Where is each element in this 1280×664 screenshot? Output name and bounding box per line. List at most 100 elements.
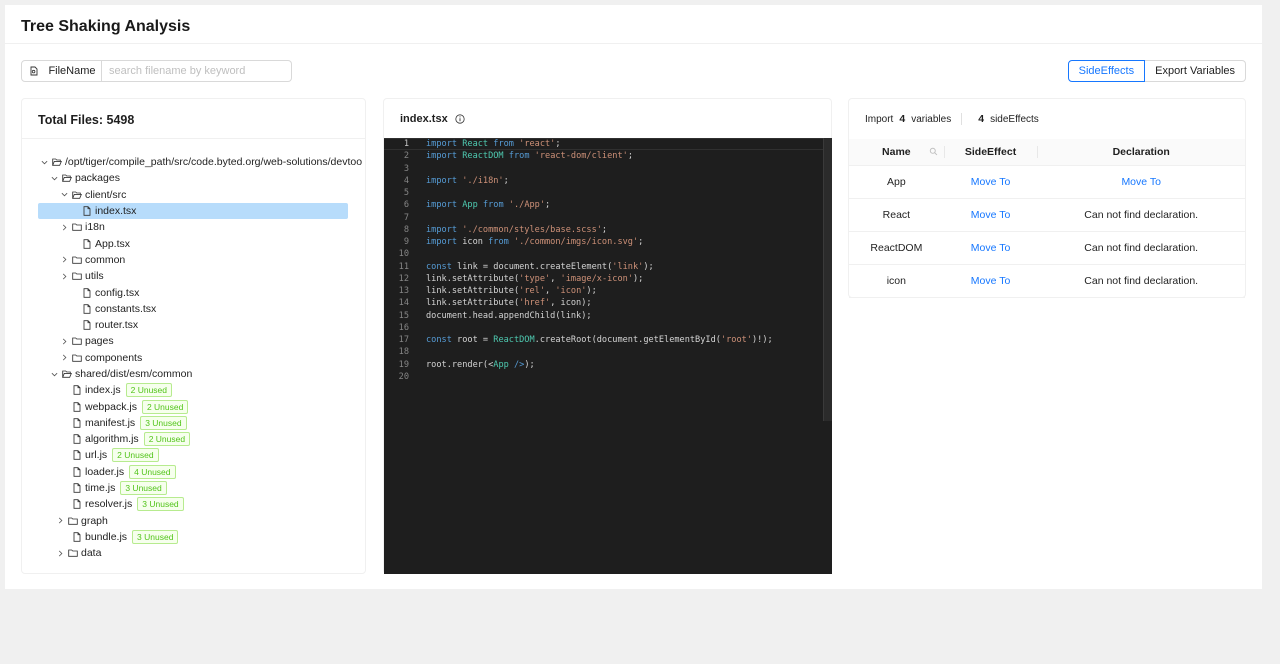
code-token: link = document.createElement( xyxy=(457,261,613,272)
code-token: , xyxy=(545,286,556,297)
line-number: 19 xyxy=(398,359,409,370)
chevron-down-icon[interactable] xyxy=(58,191,70,198)
tree-node[interactable]: time.js 3 Unused xyxy=(38,480,365,496)
chevron-right-icon[interactable] xyxy=(58,224,70,231)
tree-node[interactable]: webpack.js 2 Unused xyxy=(38,398,365,414)
code-line: 12 link.setAttribute('type', 'image/x-ico… xyxy=(384,273,832,285)
folder-icon xyxy=(66,515,79,527)
code-token: ; xyxy=(627,151,633,162)
folder-icon xyxy=(70,335,83,347)
code-token: ; xyxy=(638,237,644,248)
tree-node[interactable]: manifest.js 3 Unused xyxy=(38,415,365,431)
file-icon xyxy=(70,401,83,413)
line-number: 12 xyxy=(398,273,409,284)
code-token: , icon); xyxy=(550,298,592,309)
sideeffect-move-to-link[interactable]: Move To xyxy=(943,231,1038,266)
chevron-down-icon[interactable] xyxy=(48,175,60,182)
sideeffect-move-to-link[interactable]: Move To xyxy=(943,264,1038,299)
sideeffects-tab[interactable]: SideEffects xyxy=(1067,60,1146,82)
code-line: 17 const root = ReactDOM.createRoot(docum… xyxy=(384,334,832,346)
code-token: ; xyxy=(555,139,566,150)
column-sideeffect: SideEffect xyxy=(943,139,1038,166)
tree-node-label: config.tsx xyxy=(95,286,140,299)
code-line: 1 import React from 'react'; xyxy=(384,138,832,151)
code-token: ReactDOM xyxy=(462,151,504,162)
tree-node[interactable]: packages xyxy=(38,170,365,186)
tree-node[interactable]: index.tsx xyxy=(38,202,348,220)
code-token: import xyxy=(426,224,463,235)
file-icon xyxy=(70,433,83,445)
chevron-right-icon[interactable] xyxy=(58,354,70,361)
tree-node-label: client/src xyxy=(85,188,127,201)
tree-node[interactable]: config.tsx xyxy=(38,284,365,300)
code-token: root.render(< xyxy=(426,359,494,370)
file-icon xyxy=(70,384,83,396)
code-line: 20 xyxy=(384,371,832,383)
unused-badge: 3 Unused xyxy=(137,497,184,512)
tree-node-label: i18n xyxy=(85,221,105,234)
unused-badge: 3 Unused xyxy=(120,481,167,496)
tree-node[interactable]: i18n xyxy=(38,219,365,235)
file-icon xyxy=(70,449,83,461)
tree-node[interactable]: algorithm.js 2 Unused xyxy=(38,431,365,447)
tree-node-label: manifest.js xyxy=(85,416,136,429)
chevron-right-icon[interactable] xyxy=(58,273,70,280)
filename-label-addon: FileName xyxy=(21,60,102,82)
code-token: ); xyxy=(586,286,597,297)
unused-badge: 3 Unused xyxy=(132,529,179,544)
tree-node[interactable]: url.js 2 Unused xyxy=(38,447,365,463)
side-effects-count: 4 xyxy=(978,113,985,125)
unused-badge: 2 Unused xyxy=(112,448,159,463)
folder-icon xyxy=(70,221,83,233)
tree-node[interactable]: shared/dist/esm/common xyxy=(38,366,365,382)
tree-node[interactable]: common xyxy=(38,252,365,268)
line-number: 14 xyxy=(398,298,409,309)
search-icon[interactable] xyxy=(929,147,938,156)
info-icon[interactable] xyxy=(454,113,467,125)
code-text: const root = ReactDOM.createRoot(documen… xyxy=(426,335,773,345)
code-token: import xyxy=(426,237,463,248)
tree-node[interactable]: loader.js 4 Unused xyxy=(38,464,365,480)
chevron-right-icon[interactable] xyxy=(58,256,70,263)
tree-node-label: index.tsx xyxy=(95,205,137,218)
chevron-down-icon[interactable] xyxy=(38,159,50,166)
chevron-right-icon[interactable] xyxy=(54,517,66,524)
tree-node[interactable]: index.js 2 Unused xyxy=(38,382,365,398)
tree-node[interactable]: resolver.js 3 Unused xyxy=(38,496,365,512)
sideeffect-move-to-link[interactable]: Move To xyxy=(943,198,1038,232)
code-token: , xyxy=(550,273,561,284)
tree-node[interactable]: data xyxy=(38,545,365,561)
unused-badge: 2 Unused xyxy=(141,399,189,414)
chevron-right-icon[interactable] xyxy=(58,338,70,345)
declaration-move-to-link[interactable]: Move To xyxy=(1037,165,1245,199)
folder-open-icon xyxy=(70,189,83,201)
sideeffect-move-to-link[interactable]: Move To xyxy=(943,165,1038,199)
stats-divider xyxy=(961,113,963,125)
tree-node[interactable]: constants.tsx xyxy=(38,301,365,317)
line-number: 13 xyxy=(398,286,409,297)
variable-name: React xyxy=(849,198,944,232)
tree-node[interactable]: client/src xyxy=(38,187,365,203)
code-token: 'react-dom/client' xyxy=(534,151,628,162)
filename-search-input[interactable] xyxy=(102,60,292,82)
tree-node-label: bundle.js xyxy=(85,530,128,543)
line-number: 17 xyxy=(398,335,409,346)
chevron-right-icon[interactable] xyxy=(54,550,66,557)
tree-node-label: data xyxy=(81,547,102,560)
tree-node[interactable]: /opt/tiger/compile_path/src/code.byted.o… xyxy=(38,154,365,170)
tree-node[interactable]: bundle.js 3 Unused xyxy=(38,529,365,545)
tree-node-label: webpack.js xyxy=(85,400,137,413)
code-editor[interactable]: 1 import React from 'react'; 2 import Reac… xyxy=(384,138,832,574)
tree-node[interactable]: router.tsx xyxy=(38,317,365,333)
code-line: 10 xyxy=(384,248,832,260)
tree-node[interactable]: pages xyxy=(38,333,365,349)
tree-node[interactable]: utils xyxy=(38,268,365,284)
chevron-down-icon[interactable] xyxy=(48,371,60,378)
tree-node[interactable]: components xyxy=(38,350,365,366)
filename-label: FileName xyxy=(48,65,96,77)
editor-scrollbar[interactable] xyxy=(823,138,832,421)
export-variables-tab[interactable]: Export Variables xyxy=(1145,60,1246,82)
tree-node[interactable]: graph xyxy=(38,513,365,529)
tree-node[interactable]: App.tsx xyxy=(38,235,365,251)
code-line: 13 link.setAttribute('rel', 'icon'); xyxy=(384,285,832,297)
